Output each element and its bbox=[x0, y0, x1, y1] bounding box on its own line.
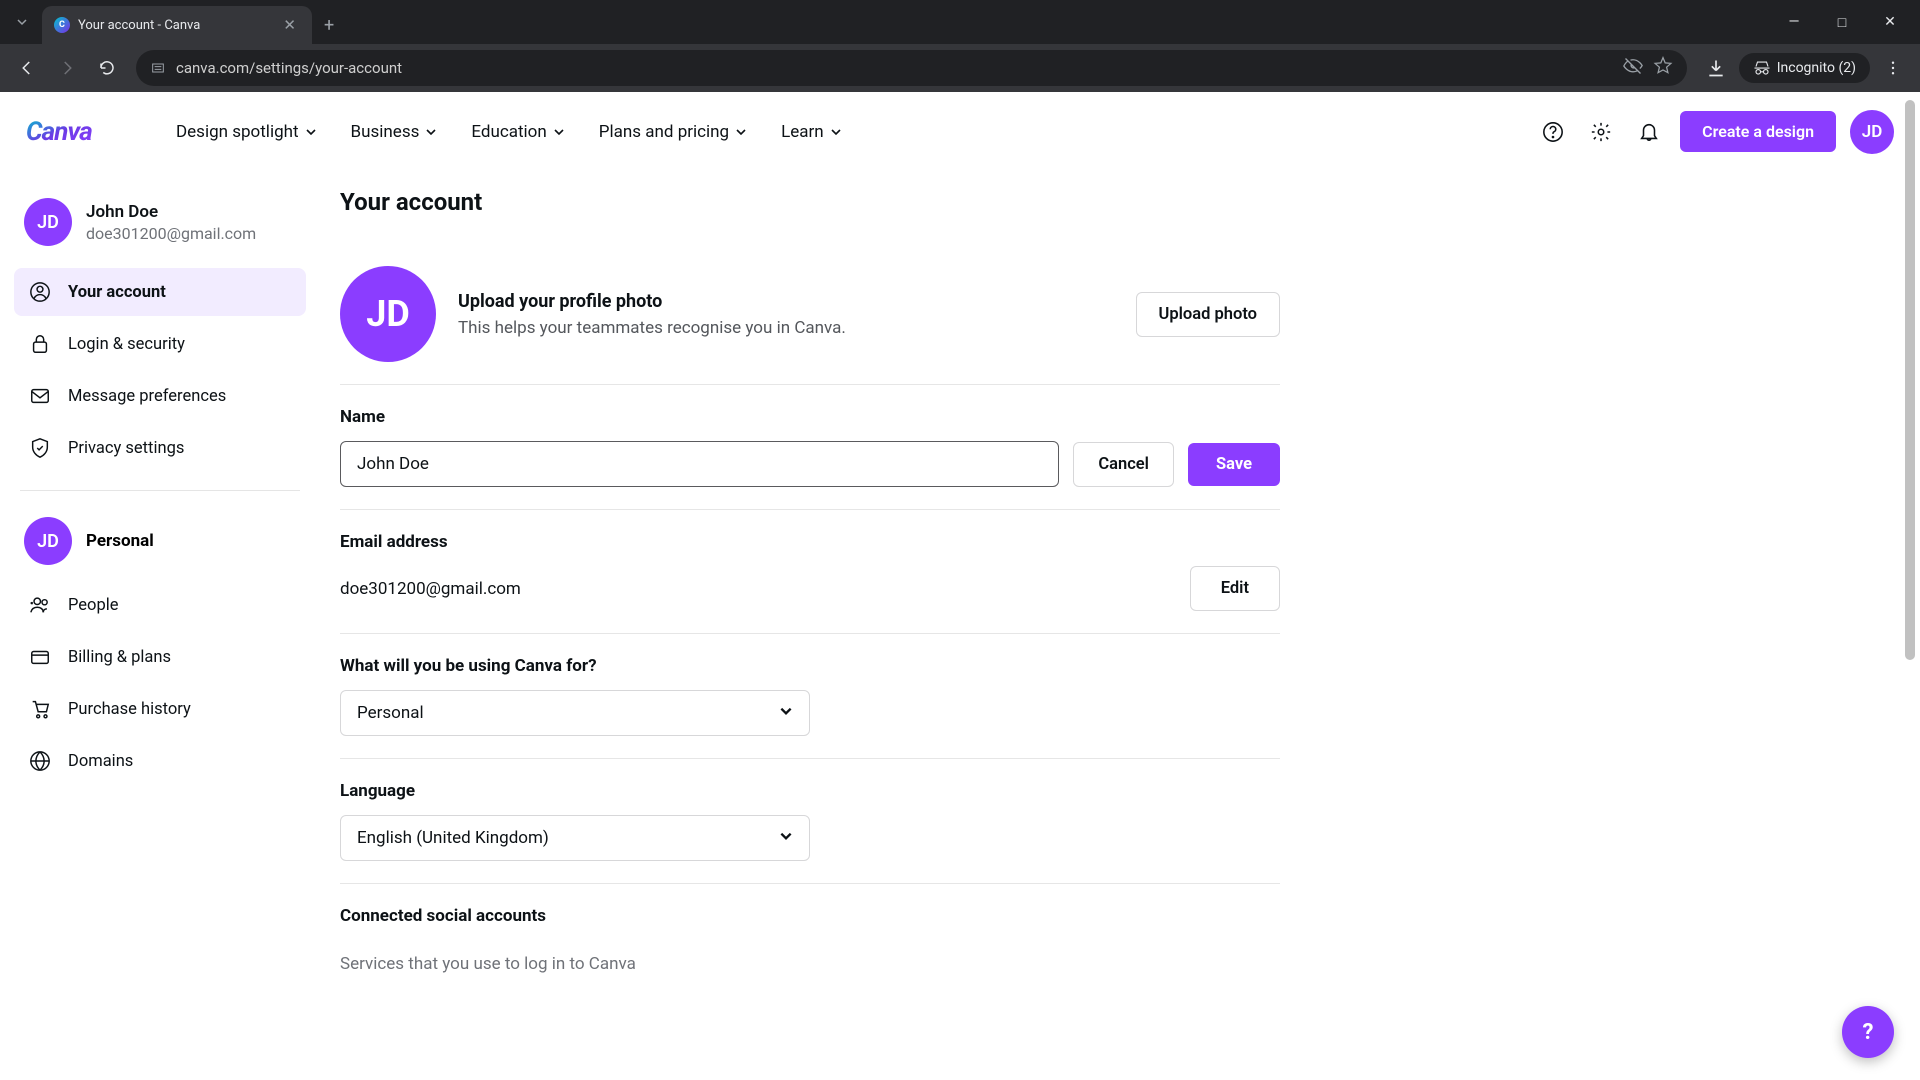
page-title: Your account bbox=[340, 188, 1280, 216]
mail-icon bbox=[28, 384, 52, 408]
reload-button[interactable] bbox=[90, 51, 124, 85]
minimize-window-icon[interactable]: — bbox=[1772, 6, 1816, 38]
nav-learn[interactable]: Learn bbox=[769, 114, 854, 150]
address-bar[interactable]: canva.com/settings/your-account bbox=[136, 50, 1687, 86]
email-value: doe301200@gmail.com bbox=[340, 579, 521, 599]
browser-menu-icon[interactable] bbox=[1876, 51, 1910, 85]
name-input[interactable] bbox=[340, 441, 1059, 487]
team-avatar: JD bbox=[24, 517, 72, 565]
forward-button[interactable] bbox=[50, 51, 84, 85]
browser-tab[interactable]: C Your account - Canva ✕ bbox=[42, 6, 312, 44]
sidebar-user-email: doe301200@gmail.com bbox=[86, 224, 256, 243]
globe-icon bbox=[28, 749, 52, 773]
help-fab[interactable]: ? bbox=[1842, 1006, 1894, 1058]
chevron-down-icon bbox=[779, 703, 793, 723]
downloads-icon[interactable] bbox=[1699, 51, 1733, 85]
language-label: Language bbox=[340, 781, 1280, 801]
tab-title: Your account - Canva bbox=[78, 18, 271, 33]
tab-search-dropdown[interactable] bbox=[8, 8, 36, 36]
email-label: Email address bbox=[340, 532, 1280, 552]
upload-photo-button[interactable]: Upload photo bbox=[1136, 292, 1281, 337]
sidebar-user-block[interactable]: JD John Doe doe301200@gmail.com bbox=[14, 192, 306, 268]
canva-logo[interactable]: Canva bbox=[26, 117, 130, 147]
language-select[interactable]: English (United Kingdom) bbox=[340, 815, 810, 861]
profile-photo-sub: This helps your teammates recognise you … bbox=[458, 318, 846, 338]
scrollbar-thumb[interactable] bbox=[1905, 100, 1915, 660]
save-button[interactable]: Save bbox=[1188, 443, 1280, 486]
new-tab-button[interactable]: + bbox=[312, 6, 346, 44]
people-icon bbox=[28, 593, 52, 617]
nav-design-spotlight[interactable]: Design spotlight bbox=[164, 114, 329, 150]
edit-email-button[interactable]: Edit bbox=[1190, 566, 1280, 611]
sidebar-item-message-preferences[interactable]: Message preferences bbox=[14, 372, 306, 420]
notifications-icon[interactable] bbox=[1632, 115, 1666, 149]
settings-sidebar: JD John Doe doe301200@gmail.com Your acc… bbox=[0, 172, 320, 1080]
shield-icon bbox=[28, 436, 52, 460]
card-icon bbox=[28, 645, 52, 669]
email-section: Email address doe301200@gmail.com Edit bbox=[340, 510, 1280, 634]
sidebar-item-people[interactable]: People bbox=[14, 581, 306, 629]
page-scrollbar[interactable] bbox=[1902, 92, 1918, 1080]
eye-off-icon[interactable] bbox=[1623, 56, 1643, 80]
incognito-indicator[interactable]: Incognito (2) bbox=[1739, 53, 1870, 83]
sidebar-team-block[interactable]: JD Personal bbox=[14, 511, 306, 581]
url-text: canva.com/settings/your-account bbox=[176, 59, 1613, 77]
cart-icon bbox=[28, 697, 52, 721]
team-name: Personal bbox=[86, 531, 154, 551]
settings-icon[interactable] bbox=[1584, 115, 1618, 149]
cancel-button[interactable]: Cancel bbox=[1073, 442, 1174, 487]
help-icon[interactable] bbox=[1536, 115, 1570, 149]
sidebar-user-avatar: JD bbox=[24, 198, 72, 246]
svg-text:Canva: Canva bbox=[26, 117, 92, 147]
name-section: Name Cancel Save bbox=[340, 385, 1280, 510]
language-section: Language English (United Kingdom) bbox=[340, 759, 1280, 884]
close-tab-icon[interactable]: ✕ bbox=[279, 14, 300, 36]
back-button[interactable] bbox=[10, 51, 44, 85]
profile-photo-section: JD Upload your profile photo This helps … bbox=[340, 244, 1280, 385]
sidebar-item-your-account[interactable]: Your account bbox=[14, 268, 306, 316]
usage-section: What will you be using Canva for? Person… bbox=[340, 634, 1280, 759]
create-design-button[interactable]: Create a design bbox=[1680, 111, 1836, 152]
header-avatar[interactable]: JD bbox=[1850, 110, 1894, 154]
sidebar-item-privacy-settings[interactable]: Privacy settings bbox=[14, 424, 306, 472]
sidebar-item-purchase-history[interactable]: Purchase history bbox=[14, 685, 306, 733]
app-header: Canva Design spotlight Business Educatio… bbox=[0, 92, 1920, 172]
usage-select[interactable]: Personal bbox=[340, 690, 810, 736]
sidebar-item-billing-plans[interactable]: Billing & plans bbox=[14, 633, 306, 681]
usage-value: Personal bbox=[357, 703, 424, 723]
profile-photo-heading: Upload your profile photo bbox=[458, 291, 846, 312]
name-label: Name bbox=[340, 407, 1280, 427]
language-value: English (United Kingdom) bbox=[357, 828, 549, 848]
usage-label: What will you be using Canva for? bbox=[340, 656, 1280, 676]
sidebar-item-domains[interactable]: Domains bbox=[14, 737, 306, 785]
profile-photo-avatar: JD bbox=[340, 266, 436, 362]
user-icon bbox=[28, 280, 52, 304]
chevron-down-icon bbox=[779, 828, 793, 848]
sidebar-item-login-security[interactable]: Login & security bbox=[14, 320, 306, 368]
nav-plans-pricing[interactable]: Plans and pricing bbox=[587, 114, 759, 150]
site-info-icon[interactable] bbox=[150, 60, 166, 76]
connected-label: Connected social accounts bbox=[340, 906, 1280, 926]
connected-sub: Services that you use to log in to Canva bbox=[340, 954, 1280, 974]
maximize-window-icon[interactable]: □ bbox=[1820, 6, 1864, 38]
sidebar-user-name: John Doe bbox=[86, 202, 256, 222]
connected-accounts-section: Connected social accounts Services that … bbox=[340, 884, 1280, 996]
nav-education[interactable]: Education bbox=[459, 114, 576, 150]
incognito-label: Incognito (2) bbox=[1777, 60, 1856, 76]
nav-business[interactable]: Business bbox=[339, 114, 450, 150]
sidebar-divider bbox=[20, 490, 300, 491]
lock-icon bbox=[28, 332, 52, 356]
close-window-icon[interactable]: ✕ bbox=[1868, 6, 1912, 38]
settings-main: Your account JD Upload your profile phot… bbox=[320, 172, 1320, 1080]
bookmark-icon[interactable] bbox=[1653, 56, 1673, 80]
canva-favicon: C bbox=[54, 17, 70, 33]
